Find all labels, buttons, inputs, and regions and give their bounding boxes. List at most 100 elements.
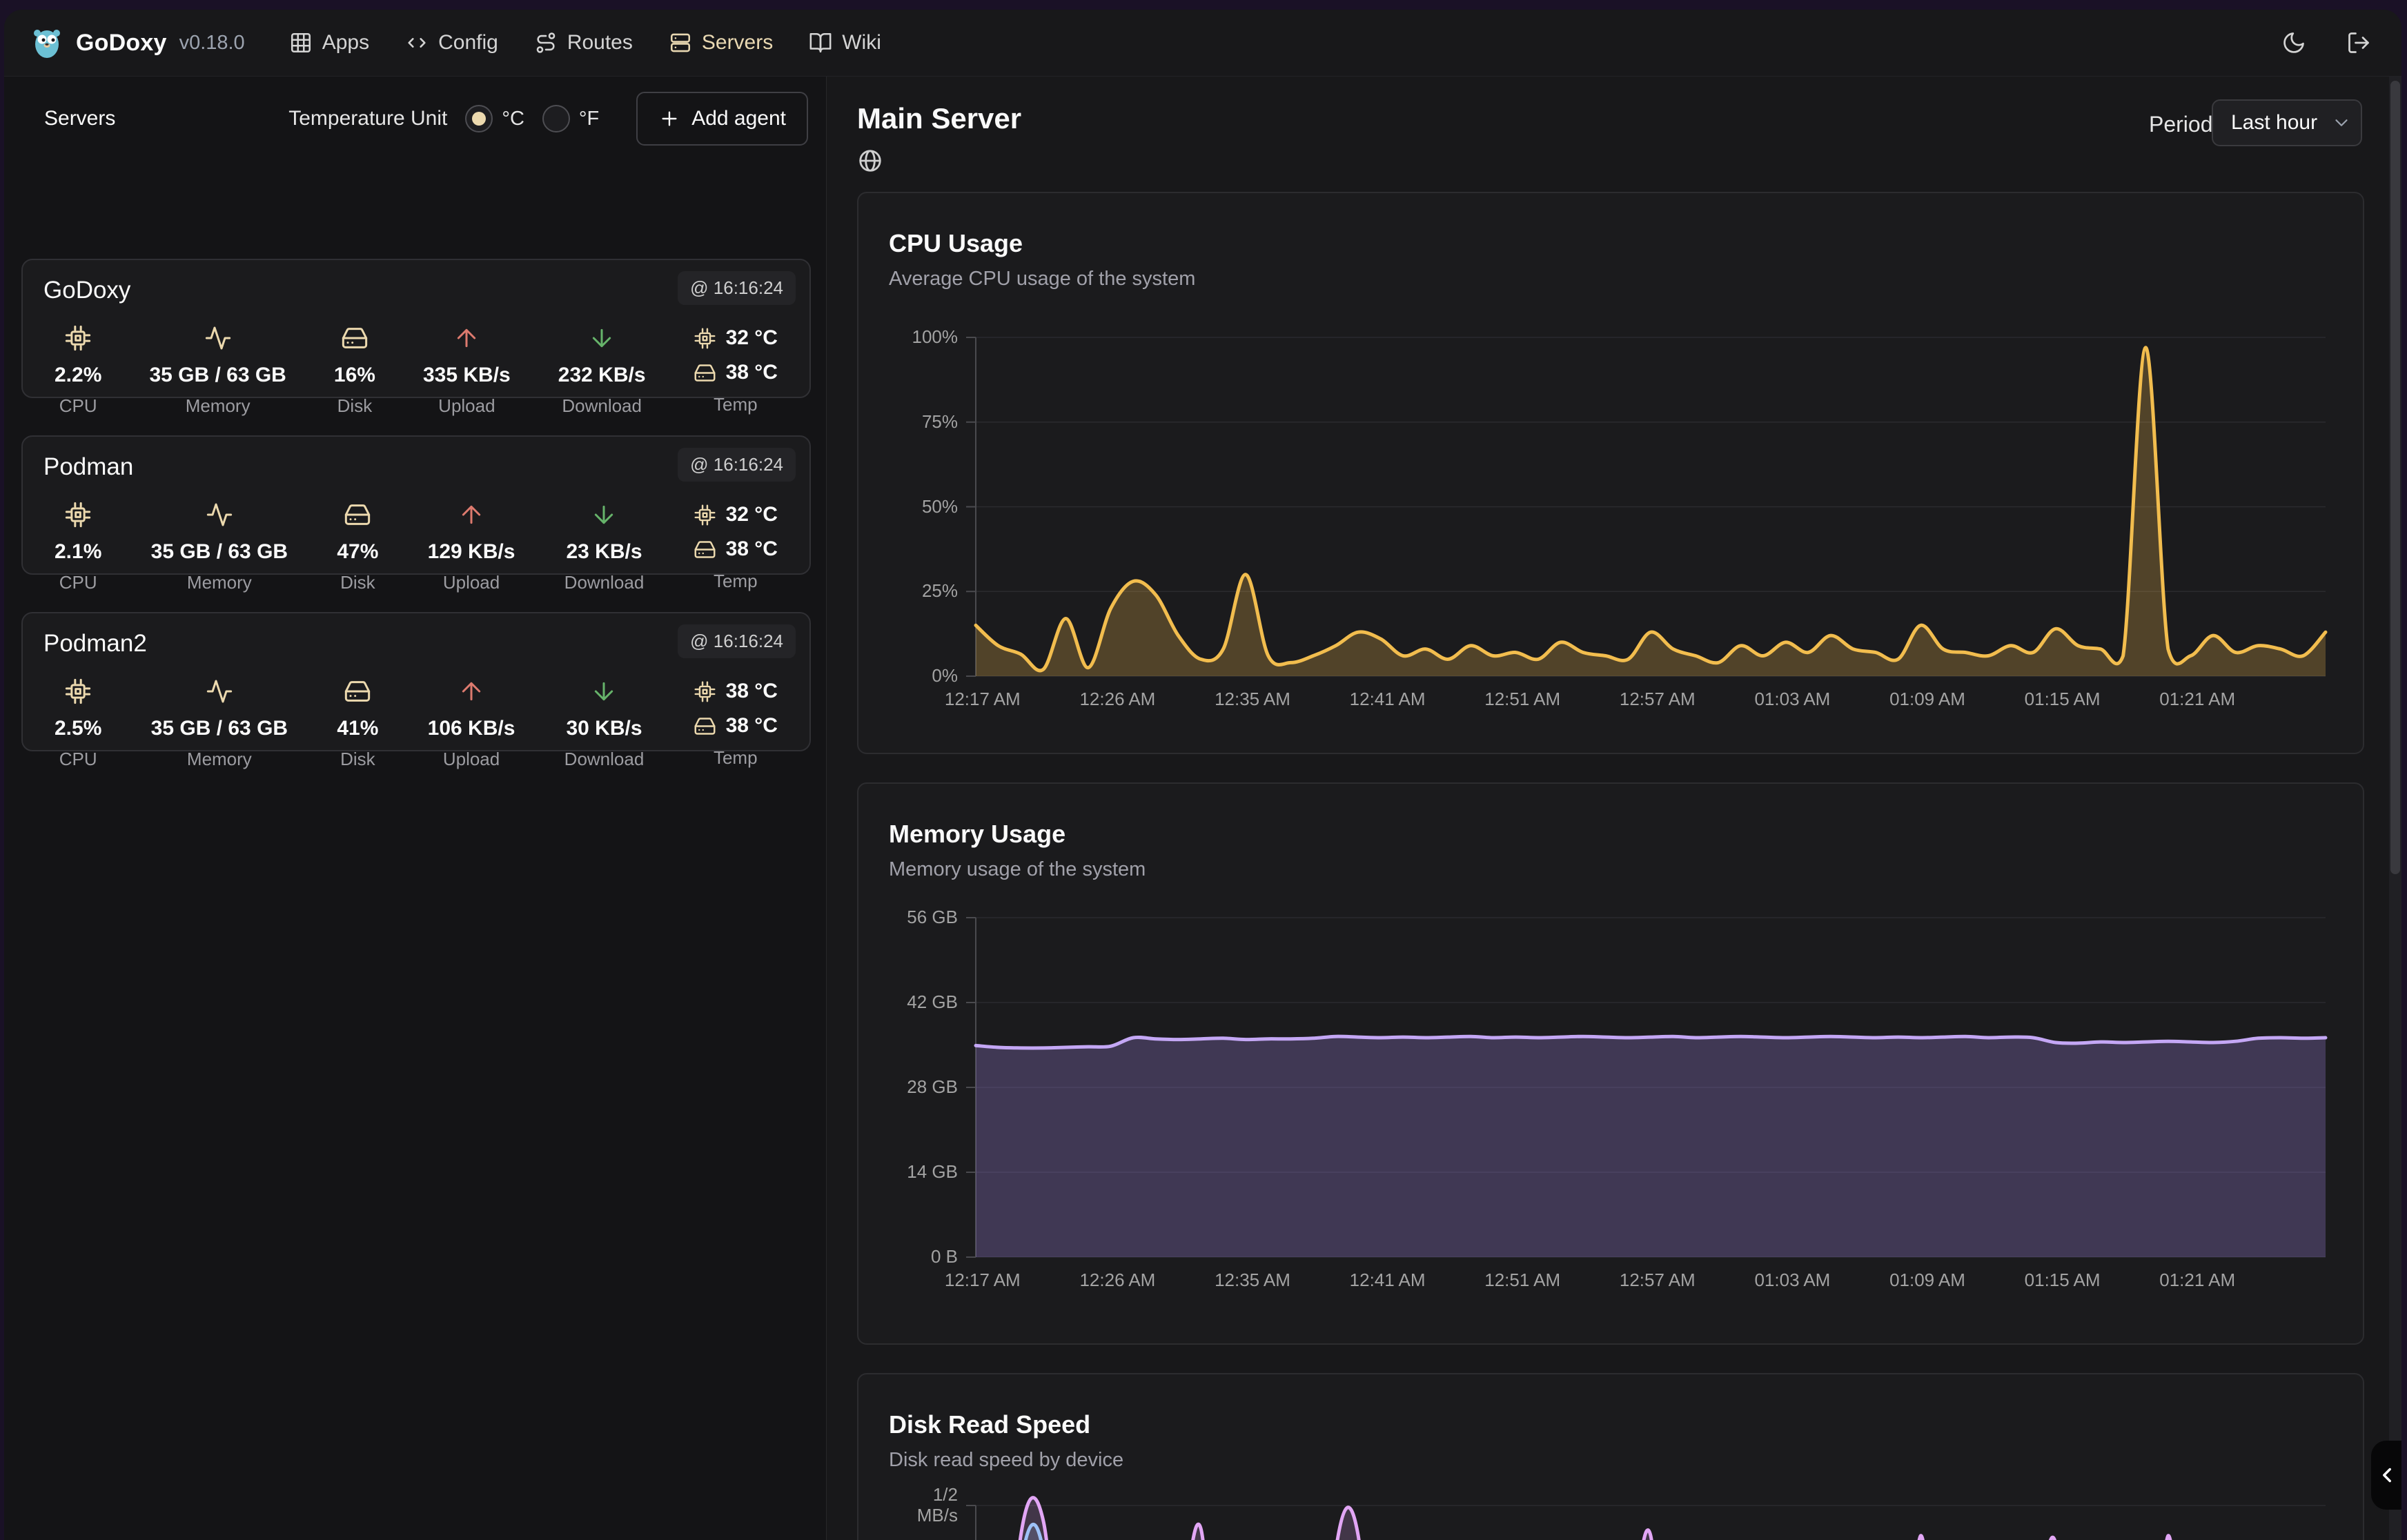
memory-usage-card: Memory Usage Memory usage of the system … xyxy=(857,782,2364,1345)
stat-label: Upload xyxy=(438,395,495,417)
period-select[interactable]: Last hour xyxy=(2212,99,2362,146)
radio-fahrenheit[interactable]: °F xyxy=(542,105,599,132)
route-icon xyxy=(534,31,558,55)
stat-disk: 47% Disk xyxy=(337,500,378,593)
stat-value: 38 °C xyxy=(726,537,778,561)
vertical-scrollbar[interactable] xyxy=(2389,77,2401,1540)
nav-item-label: Wiki xyxy=(842,31,881,55)
stat-disk: 41% Disk xyxy=(337,677,378,770)
logout-icon[interactable] xyxy=(2346,30,2371,55)
stat-label: Memory xyxy=(186,395,250,417)
hard-drive-icon xyxy=(344,677,371,706)
scrollbar-thumb[interactable] xyxy=(2390,81,2400,874)
server-stats: 2.2% CPU 35 GB / 63 GB Memory 16% Disk 3… xyxy=(23,324,809,417)
cpu-usage-card: CPU Usage Average CPU usage of the syste… xyxy=(857,192,2364,754)
nav-item-wiki[interactable]: Wiki xyxy=(809,31,881,55)
stat-label: Upload xyxy=(443,749,500,770)
cpu-icon xyxy=(64,500,92,529)
stat-label: Temp xyxy=(714,747,758,769)
nav-items: Apps Config Routes Servers xyxy=(289,31,881,55)
stat-label: Memory xyxy=(187,749,252,770)
period-value: Last hour xyxy=(2231,111,2317,135)
y-axis-tick-label: 28 GB xyxy=(886,1077,958,1098)
hard-drive-icon xyxy=(694,362,716,384)
server-card-godoxy[interactable]: GoDoxy @ 16:16:24 2.2% CPU 35 GB / 63 GB… xyxy=(21,259,811,398)
arrow-down-icon xyxy=(588,324,616,353)
stat-value: 129 KB/s xyxy=(428,540,515,564)
cpu-usage-chart: 100%75%50%25%0%12:17 AM12:26 AM12:35 AM1… xyxy=(886,337,2330,712)
stat-cpu: 2.1% CPU xyxy=(55,500,101,593)
period-label: Period xyxy=(2149,112,2213,137)
stat-value: 38 °C xyxy=(726,714,778,738)
nav-item-servers[interactable]: Servers xyxy=(669,31,773,55)
temperature-unit-label: Temperature Unit xyxy=(288,107,447,130)
stat-label: CPU xyxy=(59,395,97,417)
x-axis-tick-label: 12:41 AM xyxy=(1350,1270,1426,1291)
nav-item-routes[interactable]: Routes xyxy=(534,31,633,55)
x-axis-tick-label: 01:09 AM xyxy=(1889,689,1965,710)
cpu-icon xyxy=(694,327,716,350)
stat-label: Download xyxy=(564,572,645,593)
temperature-unit-group: Temperature Unit °C °F Add agent xyxy=(288,92,808,146)
nav-item-apps[interactable]: Apps xyxy=(289,31,369,55)
x-axis-tick-label: 12:35 AM xyxy=(1215,1270,1290,1291)
stat-value: 47% xyxy=(337,540,378,564)
code-brackets-icon xyxy=(405,31,429,55)
stat-memory: 35 GB / 63 GB Memory xyxy=(149,324,286,417)
stat-value: 35 GB / 63 GB xyxy=(151,717,288,740)
theme-toggle-moon-icon[interactable] xyxy=(2281,30,2306,55)
y-axis-tick-label: 75% xyxy=(886,412,958,433)
y-axis-tick-label: 42 GB xyxy=(886,992,958,1013)
chart-title: Disk Read Speed xyxy=(889,1410,1090,1439)
navbar: GoDoxy v0.18.0 Apps Config Routes xyxy=(4,10,2401,77)
add-agent-button[interactable]: Add agent xyxy=(636,92,808,146)
cpu-icon xyxy=(694,680,716,703)
page-title: Main Server xyxy=(857,102,1021,135)
stat-memory: 35 GB / 63 GB Memory xyxy=(151,500,288,593)
stat-value: 2.1% xyxy=(55,540,101,564)
hard-drive-icon xyxy=(694,538,716,561)
y-axis-tick-label: 1/2 MB/s xyxy=(886,1485,958,1526)
x-axis-tick-label: 01:03 AM xyxy=(1754,689,1830,710)
stat-value: 35 GB / 63 GB xyxy=(149,364,286,387)
stat-label: Upload xyxy=(443,572,500,593)
stat-download: 23 KB/s Download xyxy=(564,500,645,593)
stat-label: Download xyxy=(564,749,645,770)
nav-item-config[interactable]: Config xyxy=(405,31,498,55)
chevron-left-icon xyxy=(2375,1463,2399,1487)
stat-download: 30 KB/s Download xyxy=(564,677,645,770)
y-axis-tick-label: 100% xyxy=(886,327,958,348)
hard-drive-icon xyxy=(694,715,716,738)
x-axis-tick-label: 01:03 AM xyxy=(1754,1270,1830,1291)
x-axis-tick-label: 12:41 AM xyxy=(1350,689,1426,710)
stat-label: CPU xyxy=(59,749,97,770)
add-agent-label: Add agent xyxy=(691,107,786,130)
hard-drive-icon xyxy=(344,500,371,529)
panel-collapse-tab[interactable] xyxy=(2371,1441,2401,1510)
y-axis-tick-label: 50% xyxy=(886,497,958,517)
app-window: GoDoxy v0.18.0 Apps Config Routes xyxy=(4,10,2401,1540)
cpu-icon xyxy=(64,677,92,706)
server-card-podman2[interactable]: Podman2 @ 16:16:24 2.5% CPU 35 GB / 63 G… xyxy=(21,612,811,751)
radio-celsius[interactable]: °C xyxy=(465,105,524,132)
stat-value: 335 KB/s xyxy=(423,364,511,387)
stat-value: 38 °C xyxy=(726,361,778,384)
x-axis-tick-label: 01:21 AM xyxy=(2159,1270,2235,1291)
y-axis-tick-label: 25% xyxy=(886,581,958,602)
server-card-podman[interactable]: Podman @ 16:16:24 2.1% CPU 35 GB / 63 GB… xyxy=(21,435,811,575)
chart-title: Memory Usage xyxy=(889,820,1065,849)
stat-label: Disk xyxy=(340,572,375,593)
stat-temp: 32 °C 38 °C Temp xyxy=(694,500,778,593)
stat-temp: 38 °C 38 °C Temp xyxy=(694,677,778,770)
arrow-up-icon xyxy=(458,500,485,529)
disk-read-speed-chart: 1/2 MB/s12:17 AM12:26 AM12:35 AM12:41 AM… xyxy=(886,1506,2330,1540)
x-axis-tick-label: 12:51 AM xyxy=(1484,689,1560,710)
arrow-up-icon xyxy=(458,677,485,706)
brand[interactable]: GoDoxy v0.18.0 xyxy=(29,25,245,61)
cpu-icon xyxy=(694,504,716,526)
brand-name: GoDoxy xyxy=(76,30,167,57)
arrow-down-icon xyxy=(590,677,618,706)
stat-value: 32 °C xyxy=(726,503,778,526)
godoxy-logo-icon xyxy=(29,25,65,61)
x-axis-tick-label: 12:26 AM xyxy=(1079,1270,1155,1291)
